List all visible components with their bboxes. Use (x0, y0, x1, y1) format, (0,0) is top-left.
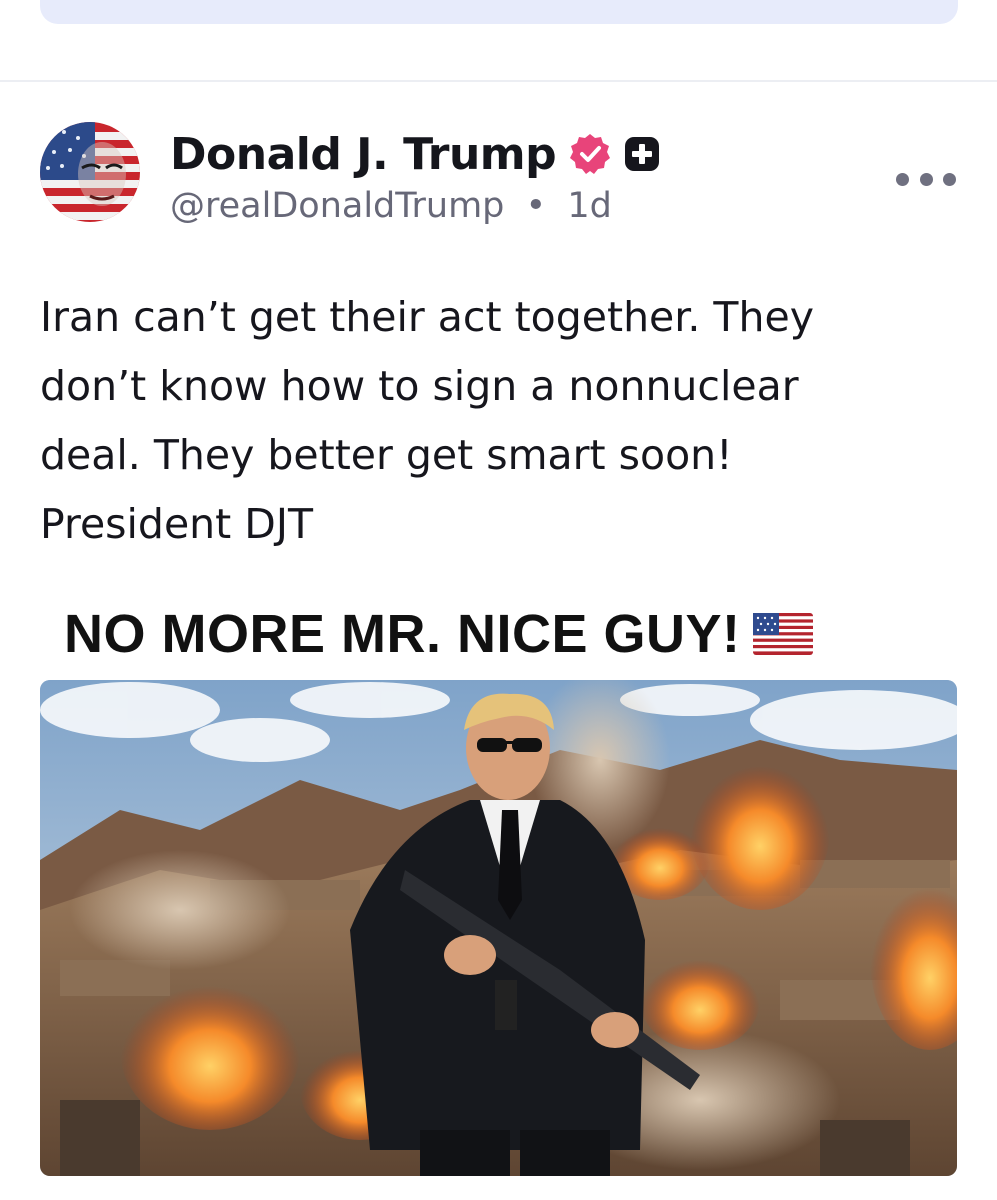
meta-separator: • (525, 186, 547, 226)
author-display-name[interactable]: Donald J. Trump (170, 129, 557, 180)
avatar-flag-portrait-icon (40, 122, 140, 222)
post-image[interactable] (40, 680, 957, 1176)
more-dot-icon (943, 172, 956, 186)
post-image-scene (40, 680, 957, 1176)
previous-post-action-bar[interactable] (40, 0, 958, 24)
post-body: Iran can’t get their act together. They … (40, 283, 940, 559)
more-dot-icon (919, 172, 933, 186)
post-text-line: don’t know how to sign a nonnuclear (40, 362, 799, 410)
image-headline: NO MORE MR. NICE GUY! (64, 602, 813, 666)
avatar[interactable] (40, 122, 140, 222)
author-handle[interactable]: @realDonaldTrump (170, 186, 504, 226)
us-flag-emoji-icon (752, 613, 813, 655)
author-name-row: Donald J. Trump (170, 124, 660, 184)
post-divider (0, 80, 997, 82)
post-text-line: deal. They better get smart soon! (40, 431, 733, 479)
author-meta: @realDonaldTrump • 1d (170, 186, 612, 226)
more-options-button[interactable] (896, 166, 956, 192)
more-dot-icon (896, 172, 909, 186)
post-text-line: President DJT (40, 500, 313, 548)
post-text-line: Iran can’t get their act together. They (40, 293, 814, 341)
image-headline-text: NO MORE MR. NICE GUY! (64, 604, 741, 664)
verified-badge-icon (570, 134, 611, 174)
plus-badge-icon (625, 137, 660, 171)
post-timestamp[interactable]: 1d (567, 186, 612, 226)
